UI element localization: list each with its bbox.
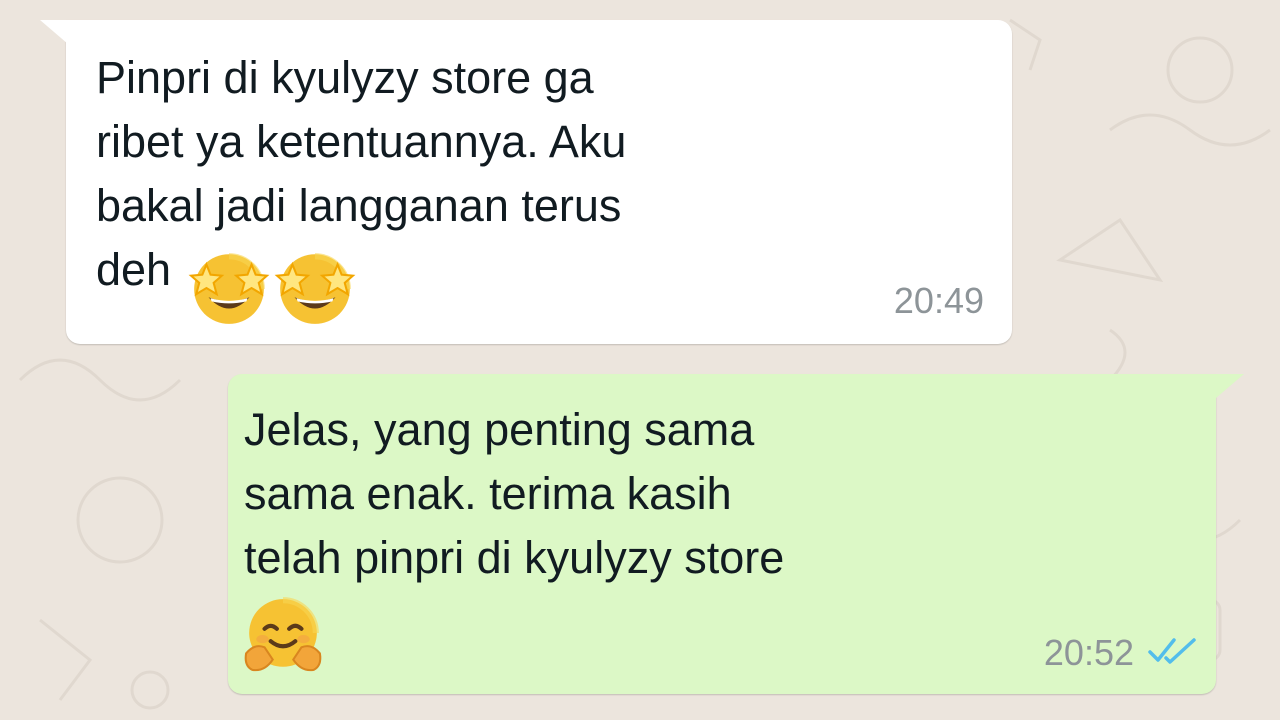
bubble-tail xyxy=(40,20,68,44)
message-bubble-outgoing[interactable]: Jelas, yang penting sama sama enak. teri… xyxy=(228,374,1244,694)
message-time: 20:49 xyxy=(893,280,984,321)
double-check-icon xyxy=(1148,638,1196,664)
message-time: 20:52 xyxy=(1043,632,1134,673)
message-text: Jelas, yang penting sama sama enak. teri… xyxy=(244,404,785,583)
emoji-group xyxy=(188,246,356,328)
message-bubble-incoming[interactable]: Pinpri di kyulyzy store ga ribet ya kete… xyxy=(40,20,1012,344)
star-struck-emoji xyxy=(274,253,356,324)
emoji-group xyxy=(242,594,324,676)
bubble-tail xyxy=(1216,374,1244,398)
hugging-face-emoji xyxy=(244,597,322,672)
star-struck-emoji xyxy=(188,253,270,324)
